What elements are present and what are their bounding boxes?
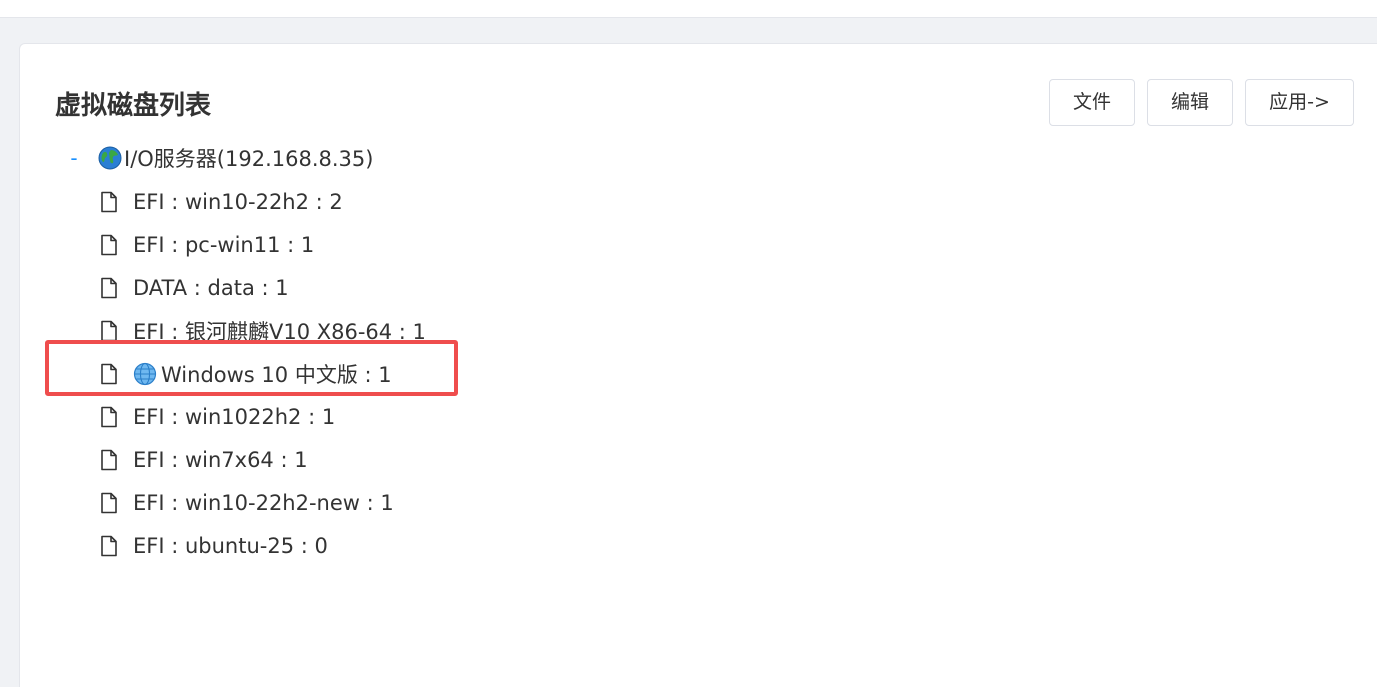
tree-item-label: EFI : ubuntu-25 : 0	[133, 534, 328, 558]
tree-item[interactable]: EFI : win10-22h2 : 2	[99, 184, 343, 220]
tree-item[interactable]: EFI : 银河麒麟V10 X86-64 : 1	[99, 313, 426, 349]
earth-globe-icon	[98, 146, 122, 170]
collapse-toggle[interactable]: -	[60, 146, 88, 170]
tree-item[interactable]: EFI : pc-win11 : 1	[99, 227, 314, 263]
file-icon	[99, 277, 119, 299]
file-icon	[99, 234, 119, 256]
page-title: 虚拟磁盘列表	[55, 91, 212, 121]
tree-root-label: I/O服务器(192.168.8.35)	[124, 147, 374, 171]
tree-item[interactable]: EFI : win1022h2 : 1	[99, 399, 335, 435]
tree-item-label: EFI : win7x64 : 1	[133, 448, 308, 472]
tree-item[interactable]: Windows 10 中文版 : 1	[99, 356, 392, 392]
tree-item[interactable]: EFI : win10-22h2-new : 1	[99, 485, 394, 521]
file-icon	[99, 406, 119, 428]
file-icon	[99, 535, 119, 557]
globe-icon	[133, 362, 157, 386]
tree-item-label: EFI : win1022h2 : 1	[133, 405, 336, 429]
tree-item[interactable]: DATA : data : 1	[99, 270, 289, 306]
edit-button[interactable]: 编辑	[1147, 79, 1233, 126]
tree-item[interactable]: EFI : ubuntu-25 : 0	[99, 528, 328, 564]
file-icon	[99, 449, 119, 471]
file-icon	[99, 363, 119, 385]
tree-item-label: Windows 10 中文版 : 1	[161, 363, 392, 387]
tree-item[interactable]: EFI : win7x64 : 1	[99, 442, 308, 478]
tree-root-node[interactable]: - I/O服务器(192.168.8.35)	[60, 140, 373, 176]
tree-item-label: EFI : win10-22h2 : 2	[133, 190, 343, 214]
tree-item-label: DATA : data : 1	[133, 276, 289, 300]
file-icon	[99, 320, 119, 342]
tree-item-label: EFI : pc-win11 : 1	[133, 233, 315, 257]
file-button[interactable]: 文件	[1049, 79, 1135, 126]
file-icon	[99, 492, 119, 514]
top-bar	[0, 0, 1377, 18]
file-icon	[99, 191, 119, 213]
apply-button[interactable]: 应用->	[1245, 79, 1354, 126]
tree-item-label: EFI : 银河麒麟V10 X86-64 : 1	[133, 320, 426, 344]
tree-item-label: EFI : win10-22h2-new : 1	[133, 491, 394, 515]
